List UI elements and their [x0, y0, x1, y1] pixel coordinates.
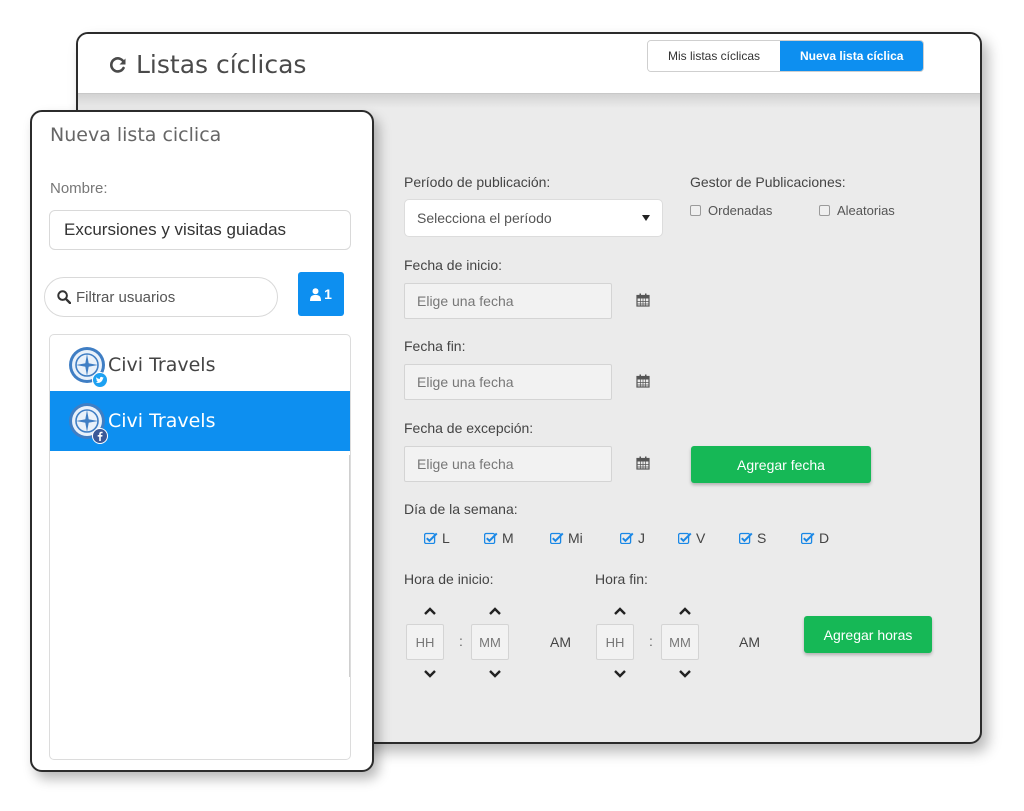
weekday-checkbox[interactable]: L — [424, 530, 450, 546]
weekday-checkbox[interactable]: M — [484, 530, 514, 546]
check-square-icon — [739, 532, 753, 544]
add-hours-button[interactable]: Agregar horas — [804, 616, 932, 653]
chevron-down-icon[interactable] — [679, 670, 691, 678]
user-filter-input[interactable]: Filtrar usuarios — [44, 277, 278, 317]
name-input[interactable]: Excursiones y visitas guiadas — [49, 210, 351, 250]
user-list: Civi Travels Civi Travels — [49, 334, 351, 760]
weekday-checkbox[interactable]: J — [620, 530, 645, 546]
caret-down-icon — [642, 215, 650, 221]
check-square-icon — [620, 532, 634, 544]
end-date-input[interactable]: Elige una fecha — [404, 364, 612, 400]
chevron-down-icon[interactable] — [614, 670, 626, 678]
option-ordered[interactable]: Ordenadas — [690, 203, 772, 218]
random-label: Aleatorias — [837, 203, 895, 218]
list-scrollbar[interactable] — [349, 455, 350, 677]
end-time-label: Hora fin: — [595, 571, 648, 587]
weekday-label: L — [442, 530, 450, 546]
time-separator: : — [459, 633, 463, 649]
header-shadow — [78, 94, 980, 108]
weekday-label: Mi — [568, 530, 583, 546]
avatar — [68, 402, 108, 444]
page-title-text: Listas cíclicas — [136, 50, 307, 79]
check-square-icon — [801, 532, 815, 544]
user-item-selected[interactable]: Civi Travels — [50, 391, 350, 451]
check-square-icon — [424, 532, 438, 544]
weekday-label: S — [757, 530, 767, 546]
chevron-up-icon[interactable] — [614, 607, 626, 615]
period-select[interactable]: Selecciona el período — [404, 199, 663, 237]
random-checkbox[interactable] — [819, 205, 830, 216]
calendar-icon[interactable] — [636, 374, 650, 388]
search-icon — [57, 290, 71, 304]
facebook-icon — [92, 428, 108, 444]
exception-date-input[interactable]: Elige una fecha — [404, 446, 612, 482]
chevron-up-icon[interactable] — [679, 607, 691, 615]
publisher-label: Gestor de Publicaciones: — [690, 174, 846, 190]
refresh-icon — [110, 56, 126, 73]
weekday-checkbox[interactable]: S — [739, 530, 766, 546]
add-date-button[interactable]: Agregar fecha — [691, 446, 871, 483]
chevron-down-icon[interactable] — [424, 670, 436, 678]
chevron-up-icon[interactable] — [424, 607, 436, 615]
start-minute-input[interactable]: MM — [471, 624, 509, 660]
time-separator: : — [649, 633, 653, 649]
panel-title: Nueva lista ciclica — [50, 124, 222, 146]
chevron-down-icon[interactable] — [489, 670, 501, 678]
selected-users-count: 1 — [324, 286, 332, 302]
start-date-input[interactable]: Elige una fecha — [404, 283, 612, 319]
tab-my-lists[interactable]: Mis listas cíclicas — [648, 41, 781, 71]
user-name: Civi Travels — [108, 410, 216, 432]
twitter-icon — [92, 372, 108, 388]
end-minute-input[interactable]: MM — [661, 624, 699, 660]
user-name: Civi Travels — [108, 354, 216, 376]
main-header: Listas cíclicas Mis listas cíclicas Nuev… — [78, 34, 980, 94]
view-tabs: Mis listas cíclicas Nueva lista cíclica — [647, 40, 925, 72]
exception-date-label: Fecha de excepción: — [404, 420, 534, 436]
page-title: Listas cíclicas — [108, 50, 306, 79]
period-select-value: Selecciona el período — [417, 210, 552, 226]
user-filter-placeholder: Filtrar usuarios — [76, 288, 176, 306]
weekday-label: M — [502, 530, 514, 546]
calendar-icon[interactable] — [636, 293, 650, 307]
new-list-panel: Nueva lista ciclica Nombre: Excursiones … — [30, 110, 374, 772]
start-date-label: Fecha de inicio: — [404, 257, 503, 273]
chevron-up-icon[interactable] — [489, 607, 501, 615]
start-ampm-toggle[interactable]: AM — [550, 634, 571, 650]
calendar-icon[interactable] — [636, 456, 650, 470]
user-icon — [310, 287, 322, 301]
weekday-label: V — [696, 530, 706, 546]
selected-users-button[interactable]: 1 — [298, 272, 344, 316]
tab-new-list[interactable]: Nueva lista cíclica — [780, 41, 924, 71]
ordered-checkbox[interactable] — [690, 205, 701, 216]
user-item[interactable]: Civi Travels — [50, 335, 350, 395]
check-square-icon — [550, 532, 564, 544]
weekday-checkbox[interactable]: Mi — [550, 530, 583, 546]
check-square-icon — [484, 532, 498, 544]
weekday-checkbox[interactable]: D — [801, 530, 829, 546]
option-random[interactable]: Aleatorias — [819, 203, 895, 218]
ordered-label: Ordenadas — [708, 203, 773, 218]
end-hour-input[interactable]: HH — [596, 624, 634, 660]
avatar — [68, 346, 108, 388]
period-label: Período de publicación: — [404, 174, 551, 190]
weekday-label: D — [819, 530, 830, 546]
weekday-label: J — [638, 530, 645, 546]
start-time-label: Hora de inicio: — [404, 571, 494, 587]
start-hour-input[interactable]: HH — [406, 624, 444, 660]
end-date-label: Fecha fin: — [404, 338, 466, 354]
name-label: Nombre: — [50, 180, 108, 197]
weekday-checkbox[interactable]: V — [678, 530, 705, 546]
check-square-icon — [678, 532, 692, 544]
weekdays-label: Día de la semana: — [404, 501, 518, 517]
end-ampm-toggle[interactable]: AM — [739, 634, 760, 650]
